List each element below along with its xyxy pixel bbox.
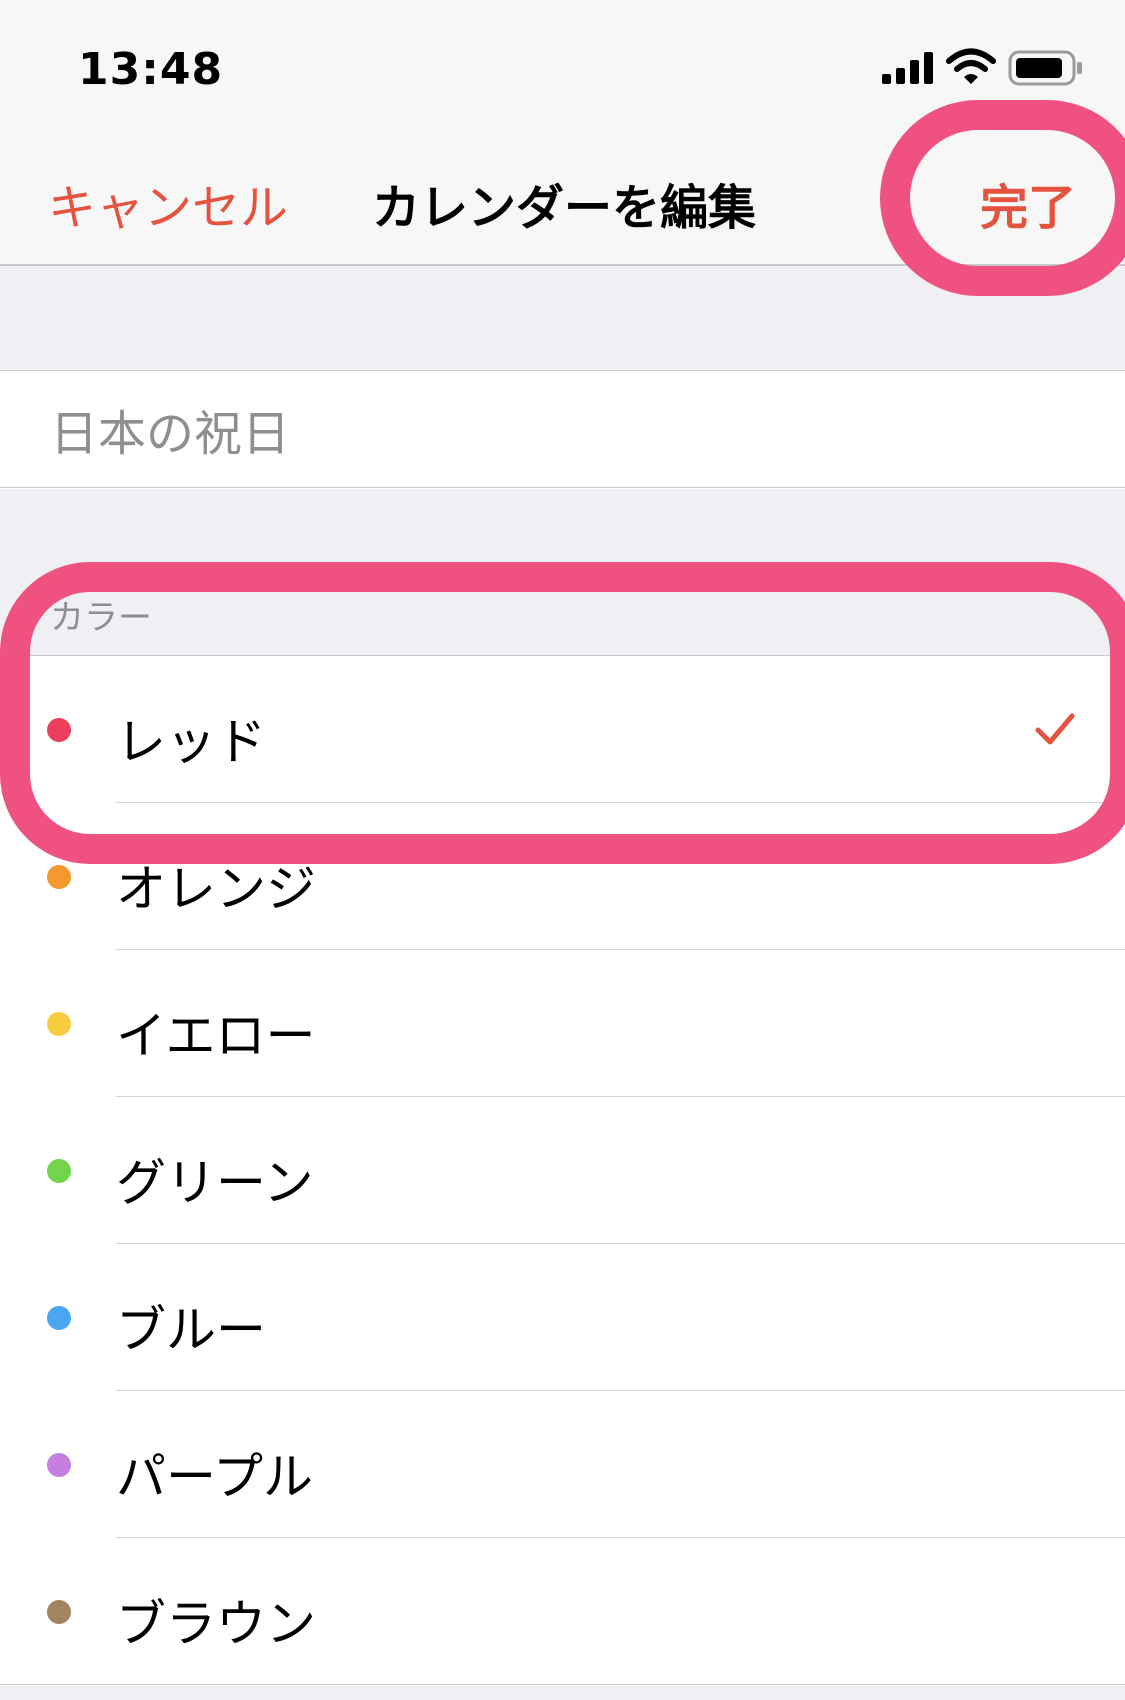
cellular-signal-icon [882, 52, 933, 84]
cancel-button[interactable]: キャンセル [48, 168, 288, 238]
done-button[interactable]: 完了 [980, 168, 1076, 238]
green-dot-icon [47, 1159, 71, 1183]
checkmark-icon [1035, 713, 1075, 745]
color-list: レッド オレンジ イエロー グリーン ブルー パープル ブラウン [0, 656, 1125, 1685]
status-bar: 13:48 [0, 0, 1125, 130]
color-option-brown[interactable]: ブラウン [0, 1538, 1125, 1685]
yellow-dot-icon [47, 1012, 71, 1036]
color-option-label: パープル [116, 1448, 313, 1506]
red-dot-icon [47, 718, 71, 742]
navigation-bar: キャンセル カレンダーを編集 完了 [0, 130, 1125, 266]
color-option-green[interactable]: グリーン [0, 1097, 1125, 1244]
wifi-icon [946, 48, 996, 84]
bottom-spacer [0, 1686, 1125, 1700]
color-option-yellow[interactable]: イエロー [0, 950, 1125, 1097]
color-section-header: カラー [50, 598, 152, 638]
color-option-label: ブルー [116, 1301, 266, 1359]
calendar-name-field[interactable] [0, 371, 1125, 488]
color-option-label: レッド [116, 713, 266, 771]
orange-dot-icon [47, 865, 71, 889]
page-title: カレンダーを編集 [372, 180, 757, 236]
color-option-label: グリーン [116, 1154, 314, 1212]
color-option-blue[interactable]: ブルー [0, 1244, 1125, 1391]
brown-dot-icon [47, 1600, 71, 1624]
battery-icon [1008, 50, 1082, 86]
color-option-label: オレンジ [116, 860, 316, 918]
blue-dot-icon [47, 1306, 71, 1330]
color-option-label: ブラウン [116, 1595, 316, 1653]
color-option-red[interactable]: レッド [0, 656, 1125, 803]
section-spacer [0, 489, 1125, 656]
color-option-label: イエロー [116, 1007, 316, 1065]
purple-dot-icon [47, 1453, 71, 1477]
section-spacer [0, 266, 1125, 371]
color-option-orange[interactable]: オレンジ [0, 803, 1125, 950]
color-option-purple[interactable]: パープル [0, 1391, 1125, 1538]
status-time: 13:48 [78, 44, 224, 95]
